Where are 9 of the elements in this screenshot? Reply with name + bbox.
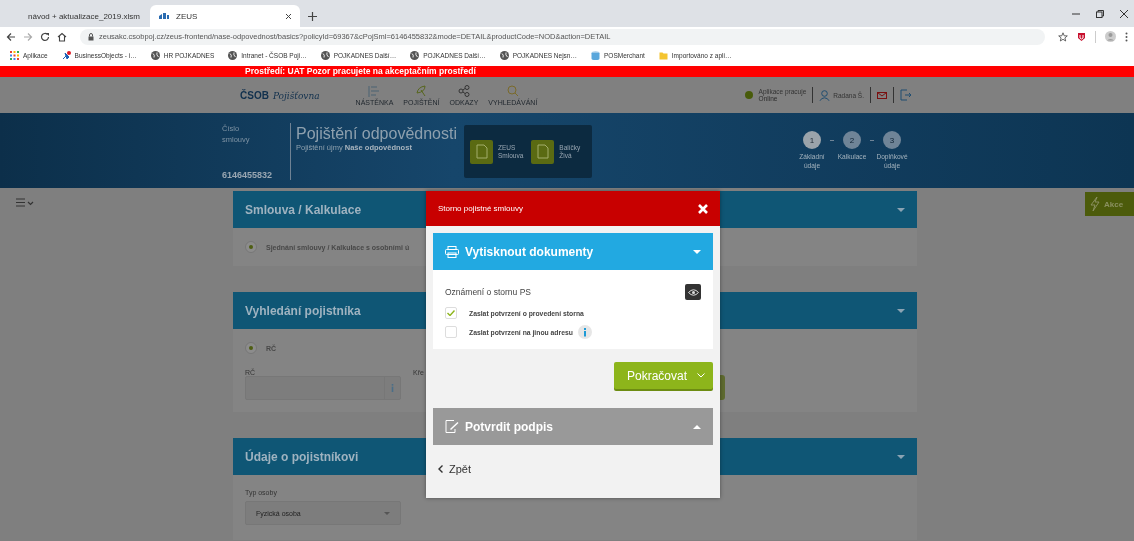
tab-title: ZEUS <box>176 11 199 21</box>
contract-number: 6146455832 <box>222 170 274 180</box>
tab-title: návod + aktualizace_2019.xlsm <box>28 11 140 21</box>
dialog-title: Storno pojistné smlouvy <box>438 204 523 213</box>
product-title: Pojištění odpovědnosti <box>296 125 458 143</box>
environment-banner: Prostředí: UAT Pozor pracujete na akceptačním prostředí <box>0 66 1134 77</box>
document-name: Oznámení o stornu PS <box>445 287 531 297</box>
logo-text: ČSOB <box>240 89 269 101</box>
logo-subtitle: Pojišťovna <box>272 90 320 101</box>
